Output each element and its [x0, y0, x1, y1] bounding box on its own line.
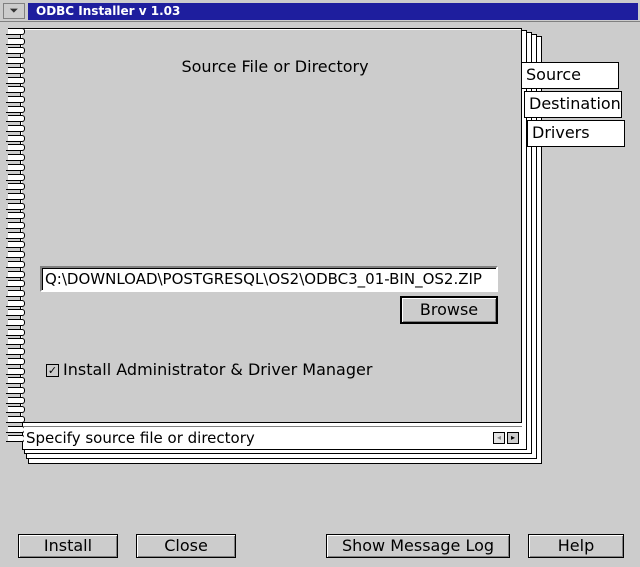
spiral-ring [4, 76, 26, 86]
spiral-ring [4, 105, 26, 115]
spiral-ring [4, 231, 26, 241]
spiral-ring [4, 212, 26, 221]
spiral-ring [4, 115, 26, 124]
spiral-ring [4, 348, 26, 357]
show-message-log-button[interactable]: Show Message Log [326, 534, 510, 558]
page-forward-arrow-icon[interactable]: ▸ [507, 432, 519, 444]
spiral-ring [4, 280, 26, 289]
spiral-ring [4, 425, 26, 435]
spiral-ring [4, 163, 26, 173]
spiral-ring [4, 367, 26, 377]
spiral-ring [4, 386, 26, 396]
spiral-ring [4, 270, 26, 280]
page-title: Source File or Directory [181, 57, 369, 76]
window-titlebar: ⏷ ODBC Installer v 1.03 [0, 0, 640, 22]
spiral-ring [4, 416, 26, 425]
spiral-ring [4, 202, 26, 212]
spiral-ring [4, 173, 26, 183]
spiral-ring [4, 299, 26, 309]
spiral-ring [4, 396, 26, 406]
browse-button[interactable]: Browse [400, 296, 498, 324]
spiral-ring [4, 66, 26, 76]
spiral-ring [4, 328, 26, 338]
spiral-ring [4, 357, 26, 367]
spiral-ring [4, 435, 26, 444]
spiral-ring [4, 57, 26, 66]
spiral-ring [4, 134, 26, 144]
source-path-input[interactable]: Q:\DOWNLOAD\POSTGRESQL\OS2\ODBC3_01-BIN_… [40, 266, 498, 292]
spiral-ring [4, 289, 26, 299]
install-button[interactable]: Install [18, 534, 118, 558]
page-back-arrow-icon[interactable]: ◂ [493, 432, 505, 444]
spiral-ring [4, 95, 26, 105]
tab-destination[interactable]: Destination [524, 91, 622, 118]
spiral-ring [4, 86, 26, 95]
spiral-ring [4, 125, 26, 134]
spiral-ring [4, 183, 26, 192]
tab-source[interactable]: Source [521, 62, 619, 89]
spiral-ring [4, 144, 26, 153]
spiral-ring [4, 37, 26, 47]
spiral-binding [4, 28, 26, 448]
spiral-ring [4, 47, 26, 56]
spiral-ring [4, 28, 26, 37]
spiral-ring [4, 377, 26, 386]
spiral-ring [4, 260, 26, 270]
spiral-ring [4, 192, 26, 202]
spiral-ring [4, 406, 26, 415]
spiral-ring [4, 251, 26, 260]
install-admin-checkbox[interactable]: ✓ [46, 364, 59, 377]
status-line: Specify source file or directory [24, 426, 522, 448]
help-button[interactable]: Help [528, 534, 624, 558]
spiral-ring [4, 154, 26, 163]
install-admin-label: Install Administrator & Driver Manager [63, 360, 373, 379]
close-button[interactable]: Close [136, 534, 236, 558]
system-menu-icon[interactable]: ⏷ [3, 3, 25, 19]
spiral-ring [4, 338, 26, 347]
spiral-ring [4, 222, 26, 231]
spiral-ring [4, 309, 26, 318]
tab-drivers[interactable]: Drivers [527, 120, 625, 147]
spiral-ring [4, 241, 26, 250]
window-title: ODBC Installer v 1.03 [28, 3, 638, 20]
spiral-ring [4, 319, 26, 328]
